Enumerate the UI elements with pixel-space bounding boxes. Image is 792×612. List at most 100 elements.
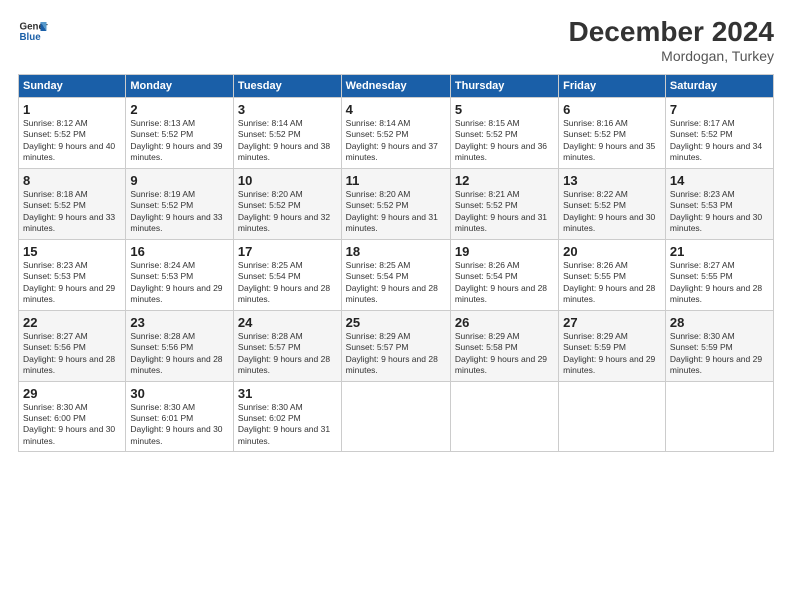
day-info: Sunrise: 8:25 AM Sunset: 5:54 PM Dayligh… (346, 260, 446, 306)
day-info: Sunrise: 8:30 AM Sunset: 6:01 PM Dayligh… (130, 402, 229, 448)
day-info: Sunrise: 8:21 AM Sunset: 5:52 PM Dayligh… (455, 189, 554, 235)
day-info: Sunrise: 8:28 AM Sunset: 5:56 PM Dayligh… (130, 331, 229, 377)
day-info: Sunrise: 8:28 AM Sunset: 5:57 PM Dayligh… (238, 331, 337, 377)
day-cell: 8Sunrise: 8:18 AM Sunset: 5:52 PM Daylig… (19, 168, 126, 239)
day-info: Sunrise: 8:27 AM Sunset: 5:56 PM Dayligh… (23, 331, 121, 377)
day-info: Sunrise: 8:17 AM Sunset: 5:52 PM Dayligh… (670, 118, 769, 164)
day-number: 23 (130, 315, 229, 330)
day-cell: 16Sunrise: 8:24 AM Sunset: 5:53 PM Dayli… (126, 239, 234, 310)
day-info: Sunrise: 8:18 AM Sunset: 5:52 PM Dayligh… (23, 189, 121, 235)
day-number: 27 (563, 315, 661, 330)
day-info: Sunrise: 8:30 AM Sunset: 6:00 PM Dayligh… (23, 402, 121, 448)
day-number: 10 (238, 173, 337, 188)
day-cell: 28Sunrise: 8:30 AM Sunset: 5:59 PM Dayli… (665, 310, 773, 381)
day-info: Sunrise: 8:27 AM Sunset: 5:55 PM Dayligh… (670, 260, 769, 306)
day-number: 14 (670, 173, 769, 188)
day-cell: 7Sunrise: 8:17 AM Sunset: 5:52 PM Daylig… (665, 98, 773, 169)
day-number: 11 (346, 173, 446, 188)
day-number: 2 (130, 102, 229, 117)
week-row-1: 1Sunrise: 8:12 AM Sunset: 5:52 PM Daylig… (19, 98, 774, 169)
day-info: Sunrise: 8:23 AM Sunset: 5:53 PM Dayligh… (670, 189, 769, 235)
day-cell: 2Sunrise: 8:13 AM Sunset: 5:52 PM Daylig… (126, 98, 234, 169)
day-cell: 27Sunrise: 8:29 AM Sunset: 5:59 PM Dayli… (559, 310, 666, 381)
day-number: 22 (23, 315, 121, 330)
day-info: Sunrise: 8:20 AM Sunset: 5:52 PM Dayligh… (346, 189, 446, 235)
week-row-5: 29Sunrise: 8:30 AM Sunset: 6:00 PM Dayli… (19, 381, 774, 452)
day-number: 17 (238, 244, 337, 259)
logo: General Blue (18, 16, 48, 46)
header-cell-sunday: Sunday (19, 75, 126, 98)
header-cell-wednesday: Wednesday (341, 75, 450, 98)
day-info: Sunrise: 8:12 AM Sunset: 5:52 PM Dayligh… (23, 118, 121, 164)
header-cell-friday: Friday (559, 75, 666, 98)
svg-text:Blue: Blue (20, 32, 42, 43)
week-row-3: 15Sunrise: 8:23 AM Sunset: 5:53 PM Dayli… (19, 239, 774, 310)
header: General Blue December 2024 Mordogan, Tur… (18, 16, 774, 64)
day-info: Sunrise: 8:13 AM Sunset: 5:52 PM Dayligh… (130, 118, 229, 164)
day-number: 13 (563, 173, 661, 188)
day-cell: 4Sunrise: 8:14 AM Sunset: 5:52 PM Daylig… (341, 98, 450, 169)
day-cell: 21Sunrise: 8:27 AM Sunset: 5:55 PM Dayli… (665, 239, 773, 310)
day-number: 19 (455, 244, 554, 259)
header-cell-thursday: Thursday (450, 75, 558, 98)
day-cell: 29Sunrise: 8:30 AM Sunset: 6:00 PM Dayli… (19, 381, 126, 452)
day-info: Sunrise: 8:25 AM Sunset: 5:54 PM Dayligh… (238, 260, 337, 306)
day-info: Sunrise: 8:30 AM Sunset: 6:02 PM Dayligh… (238, 402, 337, 448)
header-cell-monday: Monday (126, 75, 234, 98)
week-row-2: 8Sunrise: 8:18 AM Sunset: 5:52 PM Daylig… (19, 168, 774, 239)
day-cell (665, 381, 773, 452)
day-cell: 11Sunrise: 8:20 AM Sunset: 5:52 PM Dayli… (341, 168, 450, 239)
day-info: Sunrise: 8:24 AM Sunset: 5:53 PM Dayligh… (130, 260, 229, 306)
day-info: Sunrise: 8:29 AM Sunset: 5:58 PM Dayligh… (455, 331, 554, 377)
header-row: SundayMondayTuesdayWednesdayThursdayFrid… (19, 75, 774, 98)
calendar-table: SundayMondayTuesdayWednesdayThursdayFrid… (18, 74, 774, 452)
calendar-body: 1Sunrise: 8:12 AM Sunset: 5:52 PM Daylig… (19, 98, 774, 452)
day-number: 16 (130, 244, 229, 259)
day-number: 1 (23, 102, 121, 117)
day-cell: 3Sunrise: 8:14 AM Sunset: 5:52 PM Daylig… (233, 98, 341, 169)
day-number: 29 (23, 386, 121, 401)
day-cell: 6Sunrise: 8:16 AM Sunset: 5:52 PM Daylig… (559, 98, 666, 169)
day-info: Sunrise: 8:14 AM Sunset: 5:52 PM Dayligh… (238, 118, 337, 164)
header-cell-tuesday: Tuesday (233, 75, 341, 98)
header-cell-saturday: Saturday (665, 75, 773, 98)
day-cell: 17Sunrise: 8:25 AM Sunset: 5:54 PM Dayli… (233, 239, 341, 310)
week-row-4: 22Sunrise: 8:27 AM Sunset: 5:56 PM Dayli… (19, 310, 774, 381)
day-number: 21 (670, 244, 769, 259)
day-number: 31 (238, 386, 337, 401)
day-number: 28 (670, 315, 769, 330)
day-number: 3 (238, 102, 337, 117)
day-cell: 15Sunrise: 8:23 AM Sunset: 5:53 PM Dayli… (19, 239, 126, 310)
day-cell: 31Sunrise: 8:30 AM Sunset: 6:02 PM Dayli… (233, 381, 341, 452)
day-number: 8 (23, 173, 121, 188)
day-number: 25 (346, 315, 446, 330)
day-info: Sunrise: 8:23 AM Sunset: 5:53 PM Dayligh… (23, 260, 121, 306)
day-number: 9 (130, 173, 229, 188)
day-number: 24 (238, 315, 337, 330)
day-cell (341, 381, 450, 452)
day-number: 7 (670, 102, 769, 117)
day-number: 30 (130, 386, 229, 401)
day-cell: 26Sunrise: 8:29 AM Sunset: 5:58 PM Dayli… (450, 310, 558, 381)
calendar-page: General Blue December 2024 Mordogan, Tur… (0, 0, 792, 612)
day-cell (559, 381, 666, 452)
day-info: Sunrise: 8:15 AM Sunset: 5:52 PM Dayligh… (455, 118, 554, 164)
calendar-header: SundayMondayTuesdayWednesdayThursdayFrid… (19, 75, 774, 98)
day-number: 6 (563, 102, 661, 117)
day-info: Sunrise: 8:26 AM Sunset: 5:54 PM Dayligh… (455, 260, 554, 306)
day-number: 18 (346, 244, 446, 259)
day-number: 20 (563, 244, 661, 259)
day-cell: 19Sunrise: 8:26 AM Sunset: 5:54 PM Dayli… (450, 239, 558, 310)
day-cell: 22Sunrise: 8:27 AM Sunset: 5:56 PM Dayli… (19, 310, 126, 381)
day-cell: 14Sunrise: 8:23 AM Sunset: 5:53 PM Dayli… (665, 168, 773, 239)
day-number: 12 (455, 173, 554, 188)
main-title: December 2024 (569, 16, 774, 48)
day-cell: 18Sunrise: 8:25 AM Sunset: 5:54 PM Dayli… (341, 239, 450, 310)
title-block: December 2024 Mordogan, Turkey (569, 16, 774, 64)
day-cell: 9Sunrise: 8:19 AM Sunset: 5:52 PM Daylig… (126, 168, 234, 239)
day-number: 5 (455, 102, 554, 117)
day-info: Sunrise: 8:30 AM Sunset: 5:59 PM Dayligh… (670, 331, 769, 377)
day-info: Sunrise: 8:22 AM Sunset: 5:52 PM Dayligh… (563, 189, 661, 235)
day-cell: 5Sunrise: 8:15 AM Sunset: 5:52 PM Daylig… (450, 98, 558, 169)
day-cell: 1Sunrise: 8:12 AM Sunset: 5:52 PM Daylig… (19, 98, 126, 169)
